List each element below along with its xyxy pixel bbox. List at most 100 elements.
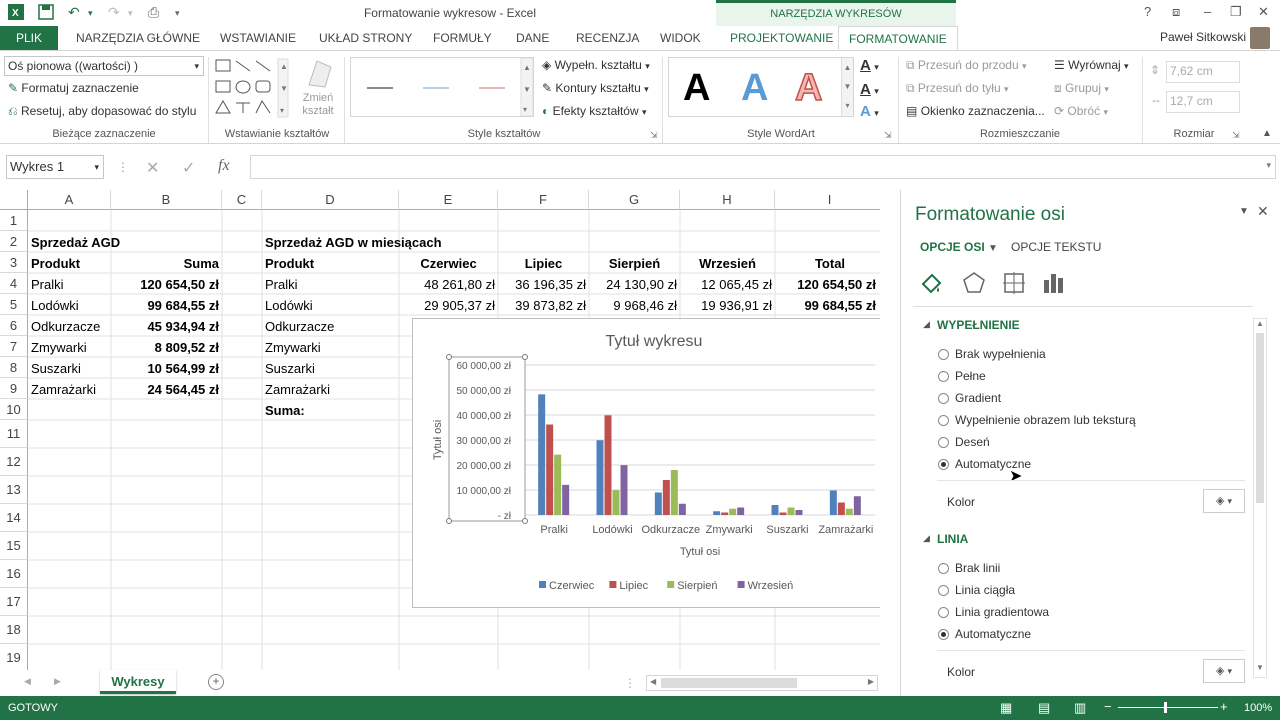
- option-label[interactable]: Pełne: [955, 369, 986, 383]
- axis-options-icon[interactable]: [1041, 270, 1067, 296]
- col-header-d[interactable]: D: [262, 190, 399, 210]
- pane-scrollbar[interactable]: ▲ ▼: [1253, 318, 1267, 678]
- product-cell[interactable]: Odkurzacze: [262, 316, 399, 337]
- column-header-cell[interactable]: Lipiec: [498, 253, 589, 274]
- product-cell[interactable]: Pralki: [262, 274, 399, 295]
- radio-solid-fill[interactable]: [938, 371, 949, 382]
- dialog-launcher-icon[interactable]: ⇲: [884, 130, 892, 141]
- page-layout-icon[interactable]: ▤: [1038, 700, 1050, 716]
- tab-file[interactable]: PLIK: [0, 26, 58, 50]
- value-cell[interactable]: 12 065,45 zł: [680, 274, 775, 295]
- tab-page-layout[interactable]: UKŁAD STRONY: [309, 26, 422, 50]
- chart-object[interactable]: Tytuł wykresu 60 000,00 zł 50 000,00 zł 40 …: [412, 318, 880, 608]
- rotate-button[interactable]: ⟳ Obróć ▾: [1054, 104, 1108, 118]
- worksheet-grid[interactable]: A B C D E F G H I 1 2 3 4 5 6 7 8 9 10 1…: [0, 190, 880, 670]
- value-cell[interactable]: 36 196,35 zł: [498, 274, 589, 295]
- fill-color-picker[interactable]: ◈ ▾: [1203, 489, 1245, 513]
- shape-outline-button[interactable]: ✎ Kontury kształtu ▾: [542, 81, 649, 95]
- table-title[interactable]: Sprzedaż AGD: [28, 232, 222, 253]
- row-header[interactable]: 2: [0, 231, 28, 252]
- restore-icon[interactable]: ❐: [1230, 4, 1242, 20]
- cancel-icon[interactable]: ✕: [146, 158, 159, 178]
- value-cell[interactable]: 24 130,90 zł: [589, 274, 680, 295]
- shapes-gallery[interactable]: ▲ ▼ ▾: [214, 57, 290, 119]
- tab-text-options[interactable]: OPCJE TEKSTU: [1011, 240, 1101, 254]
- scroll-thumb[interactable]: [1256, 333, 1264, 503]
- option-label[interactable]: Gradient: [955, 391, 1001, 405]
- value-cell[interactable]: 9 968,46 zł: [589, 295, 680, 316]
- help-icon[interactable]: ?: [1144, 4, 1151, 19]
- tab-review[interactable]: RECENZJA: [566, 26, 649, 50]
- column-header-cell[interactable]: Suma: [111, 253, 222, 274]
- option-label[interactable]: Linia gradientowa: [955, 605, 1049, 619]
- sum-cell[interactable]: 45 934,94 zł: [111, 316, 222, 337]
- selection-combo[interactable]: Oś pionowa ((wartości) ) ▾: [4, 56, 204, 76]
- line-color-picker[interactable]: ◈ ▾: [1203, 659, 1245, 683]
- sum-cell[interactable]: 120 654,50 zł: [111, 274, 222, 295]
- wordart-gallery[interactable]: A A A ▲ ▼ ▾: [668, 57, 854, 117]
- radio-picture-fill[interactable]: [938, 415, 949, 426]
- row-header[interactable]: 6: [0, 315, 28, 336]
- row-header[interactable]: 19: [0, 644, 28, 670]
- row-header[interactable]: 17: [0, 588, 28, 616]
- zoom-out-icon[interactable]: −: [1104, 699, 1112, 714]
- scroll-right-icon[interactable]: ▶: [868, 677, 874, 686]
- send-backward-button[interactable]: ⧉ Przesuń do tyłu ▾: [906, 81, 1009, 96]
- radio-no-fill[interactable]: [938, 349, 949, 360]
- sum-cell[interactable]: 8 809,52 zł: [111, 337, 222, 358]
- collapse-triangle-icon[interactable]: ◢: [923, 533, 930, 544]
- radio-gradient-line[interactable]: [938, 607, 949, 618]
- column-header-cell[interactable]: Total: [775, 253, 880, 274]
- row-header[interactable]: 12: [0, 448, 28, 476]
- row-header[interactable]: 11: [0, 420, 28, 448]
- collapse-ribbon-icon[interactable]: ▲: [1262, 128, 1272, 139]
- prev-sheet-icon[interactable]: ◀: [24, 676, 31, 687]
- col-header-a[interactable]: A: [28, 190, 111, 210]
- radio-pattern-fill[interactable]: [938, 437, 949, 448]
- avatar[interactable]: [1250, 27, 1270, 49]
- product-cell[interactable]: Zmywarki: [262, 337, 399, 358]
- shape-effects-button[interactable]: ◐ Efekty kształtów ▾: [542, 104, 647, 118]
- radio-automatic-line[interactable]: [938, 629, 949, 640]
- col-header-b[interactable]: B: [111, 190, 222, 210]
- tab-data[interactable]: DANE: [506, 26, 559, 50]
- product-cell[interactable]: Suszarki: [262, 358, 399, 379]
- product-cell[interactable]: Pralki: [28, 274, 111, 295]
- column-header-cell[interactable]: Wrzesień: [680, 253, 775, 274]
- text-fill-button[interactable]: A ▾: [860, 57, 879, 74]
- enter-icon[interactable]: ✓: [182, 158, 195, 178]
- value-cell[interactable]: 29 905,37 zł: [399, 295, 498, 316]
- tab-home[interactable]: NARZĘDZIA GŁÓWNE: [66, 26, 210, 50]
- col-header-c[interactable]: C: [222, 190, 262, 210]
- total-cell[interactable]: 99 684,55 zł: [775, 295, 879, 316]
- wordart-style-red[interactable]: A: [794, 66, 823, 110]
- row-header[interactable]: 8: [0, 357, 28, 378]
- row-header[interactable]: 5: [0, 294, 28, 315]
- option-label[interactable]: Wypełnienie obrazem lub teksturą: [955, 413, 1136, 427]
- col-header-h[interactable]: H: [680, 190, 775, 210]
- dialog-launcher-icon[interactable]: ⇲: [650, 130, 658, 141]
- product-cell[interactable]: Lodówki: [28, 295, 111, 316]
- next-sheet-icon[interactable]: ▶: [54, 676, 61, 687]
- format-selection-button[interactable]: ✎ Formatuj zaznaczenie: [8, 81, 139, 95]
- select-all-corner[interactable]: [0, 190, 28, 210]
- text-outline-button[interactable]: A ▾: [860, 81, 879, 98]
- close-pane-icon[interactable]: ✕: [1257, 203, 1269, 220]
- horizontal-scrollbar[interactable]: ◀ ▶: [646, 675, 878, 691]
- insert-function-button[interactable]: fx: [218, 157, 230, 175]
- option-label[interactable]: Brak linii: [955, 561, 1000, 575]
- shape-styles-gallery[interactable]: ▲ ▼ ▾: [350, 57, 534, 117]
- tab-axis-options[interactable]: OPCJE OSI ▼: [920, 240, 998, 254]
- row-header[interactable]: 16: [0, 560, 28, 588]
- wordart-gallery-scroll[interactable]: ▲ ▼ ▾: [841, 58, 853, 116]
- tab-view[interactable]: WIDOK: [650, 26, 711, 50]
- scroll-left-icon[interactable]: ◀: [650, 677, 656, 686]
- change-shape-button[interactable]: Zmień kształt: [296, 57, 340, 118]
- name-box[interactable]: Wykres 1 ▾: [6, 155, 104, 179]
- col-header-g[interactable]: G: [589, 190, 680, 210]
- selection-pane-button[interactable]: ▤ Okienko zaznaczenia...: [906, 104, 1045, 118]
- sheet-tab-wykresy[interactable]: Wykresy: [100, 670, 176, 694]
- sum-cell[interactable]: 99 684,55 zł: [111, 295, 222, 316]
- fill-line-icon[interactable]: [919, 270, 945, 296]
- value-cell[interactable]: 19 936,91 zł: [680, 295, 775, 316]
